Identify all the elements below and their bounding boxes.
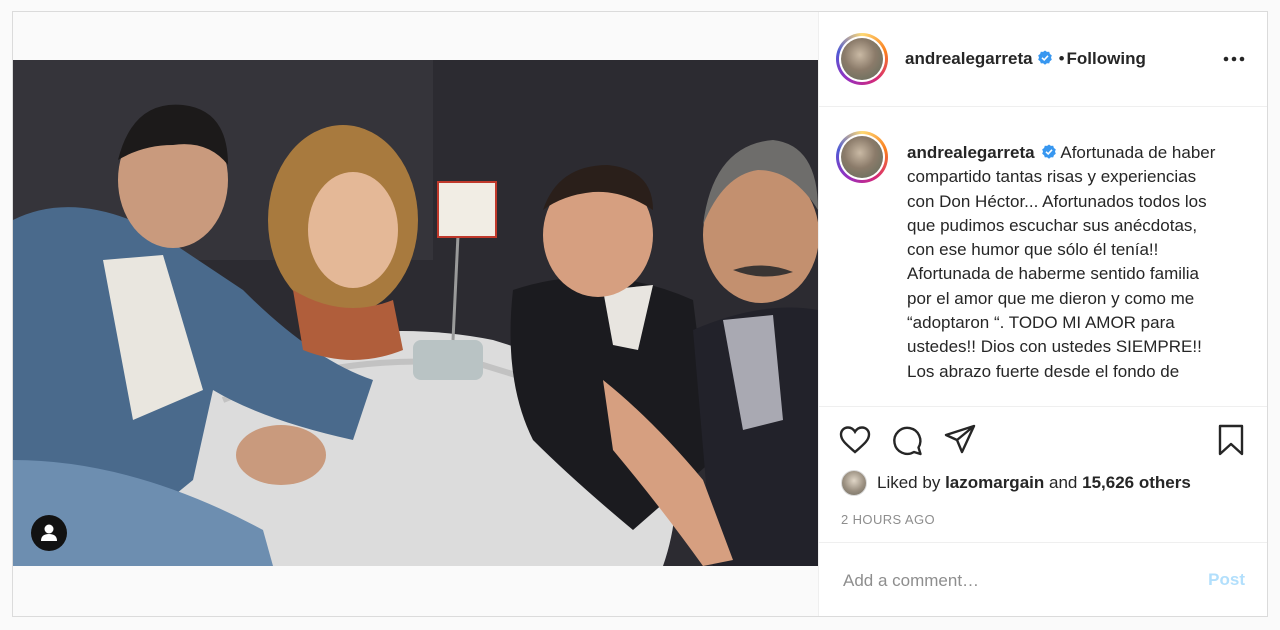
post-photo[interactable] — [13, 60, 818, 566]
post-timestamp[interactable]: 2 HOURS AGO — [841, 512, 935, 527]
author-avatar[interactable] — [836, 33, 888, 85]
post-comment-button[interactable]: Post — [1208, 570, 1245, 590]
post-media — [13, 12, 818, 616]
share-icon[interactable] — [943, 423, 977, 457]
comment-bar: Post — [819, 542, 1267, 618]
action-bar — [819, 407, 1267, 467]
user-tag-icon — [41, 524, 57, 541]
liker-username[interactable]: lazomargain — [945, 473, 1044, 493]
likes-prefix: Liked by — [877, 473, 941, 492]
following-button[interactable]: Following — [1067, 49, 1146, 68]
likes-joiner: and — [1049, 473, 1078, 492]
verified-badge-icon — [1041, 144, 1056, 159]
post-card: andrealegarreta • Following andrealegarre… — [12, 11, 1268, 617]
post-sidebar: andrealegarreta • Following andrealegarre… — [818, 12, 1267, 616]
heart-icon[interactable] — [838, 423, 872, 457]
follow-separator: • — [1058, 49, 1065, 68]
tagged-users-button[interactable] — [31, 515, 67, 551]
post-header: andrealegarreta • Following — [819, 12, 1267, 107]
comment-input[interactable] — [841, 565, 1175, 597]
comment-icon[interactable] — [890, 423, 924, 457]
caption-author-avatar[interactable] — [836, 131, 888, 183]
caption-text: Afortunada de haber compartido tantas ri… — [907, 143, 1216, 381]
likes-summary: Liked by lazomargain and 15,626 others — [841, 470, 1191, 496]
header-author-line: andrealegarreta • Following — [905, 49, 1146, 69]
caption-username[interactable]: andrealegarreta — [907, 143, 1035, 162]
liker-avatar[interactable] — [841, 470, 867, 496]
caption-section: andrealegarreta Afortunada de haber comp… — [819, 107, 1267, 407]
caption: andrealegarreta Afortunada de haber comp… — [907, 141, 1227, 384]
verified-badge-icon — [1037, 50, 1052, 65]
photo-illustration — [13, 60, 818, 566]
header-username[interactable]: andrealegarreta — [905, 49, 1033, 68]
bookmark-icon[interactable] — [1214, 423, 1248, 457]
more-options-icon[interactable] — [1223, 56, 1245, 62]
likes-others[interactable]: 15,626 others — [1082, 473, 1191, 493]
